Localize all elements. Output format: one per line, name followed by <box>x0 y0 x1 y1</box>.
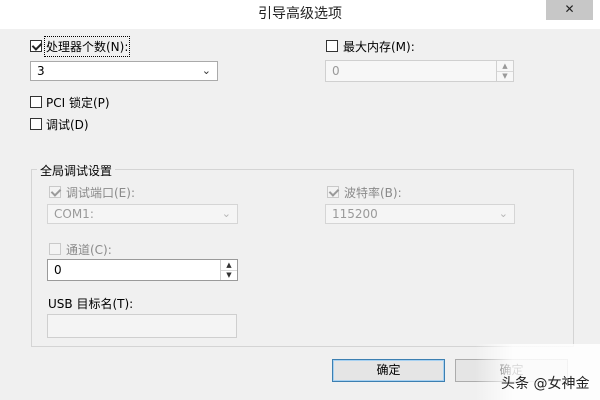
max-memory-value: 0 <box>332 64 340 78</box>
ok-button[interactable]: 确定 <box>332 359 445 382</box>
processors-label[interactable]: 处理器个数(N): <box>43 36 131 57</box>
window-title: 引导高级选项 <box>258 6 342 22</box>
debug-port-value: COM1: <box>54 207 94 221</box>
title-bar: 引导高级选项 ✕ <box>0 0 600 29</box>
pci-lock-checkbox[interactable] <box>30 96 42 108</box>
max-memory-spin-buttons: ▲ ▼ <box>496 61 513 81</box>
close-button[interactable]: ✕ <box>546 0 593 20</box>
spin-down-icon[interactable]: ▼ <box>497 71 513 81</box>
debug-port-label[interactable]: 调试端口(E): <box>66 184 135 201</box>
channel-spinner[interactable]: 0 ▲ ▼ <box>47 259 238 281</box>
baud-rate-label[interactable]: 波特率(B): <box>344 184 402 201</box>
usb-target-input[interactable] <box>47 314 237 338</box>
chevron-down-icon: ⌄ <box>221 207 231 220</box>
channel-value: 0 <box>54 263 62 277</box>
debug-port-select[interactable]: COM1: ⌄ <box>47 204 238 224</box>
max-memory-label[interactable]: 最大内存(M): <box>343 38 415 55</box>
debug-checkbox[interactable] <box>30 118 42 130</box>
max-memory-checkbox[interactable] <box>326 40 338 52</box>
pci-lock-label[interactable]: PCI 锁定(P) <box>46 94 110 111</box>
baud-rate-checkbox[interactable] <box>327 186 339 198</box>
baud-rate-value: 115200 <box>332 207 378 221</box>
channel-checkbox[interactable] <box>49 243 61 255</box>
spin-down-icon[interactable]: ▼ <box>221 270 237 280</box>
processors-value: 3 <box>37 64 45 78</box>
max-memory-spinner[interactable]: 0 ▲ ▼ <box>325 60 514 82</box>
close-icon: ✕ <box>564 2 575 16</box>
channel-label[interactable]: 通道(C): <box>66 241 112 258</box>
debug-port-checkbox[interactable] <box>49 186 61 198</box>
baud-rate-select[interactable]: 115200 ⌄ <box>325 204 515 224</box>
watermark-text: 头条 @女神金 <box>501 376 590 392</box>
usb-target-label: USB 目标名(T): <box>48 297 134 311</box>
debug-label[interactable]: 调试(D) <box>46 116 89 133</box>
chevron-down-icon: ⌄ <box>201 64 211 77</box>
channel-spin-buttons: ▲ ▼ <box>220 260 237 280</box>
chevron-down-icon: ⌄ <box>498 207 508 220</box>
processors-select[interactable]: 3 ⌄ <box>30 61 218 81</box>
global-debug-title: 全局调试设置 <box>37 162 116 179</box>
processors-checkbox[interactable] <box>30 40 42 52</box>
